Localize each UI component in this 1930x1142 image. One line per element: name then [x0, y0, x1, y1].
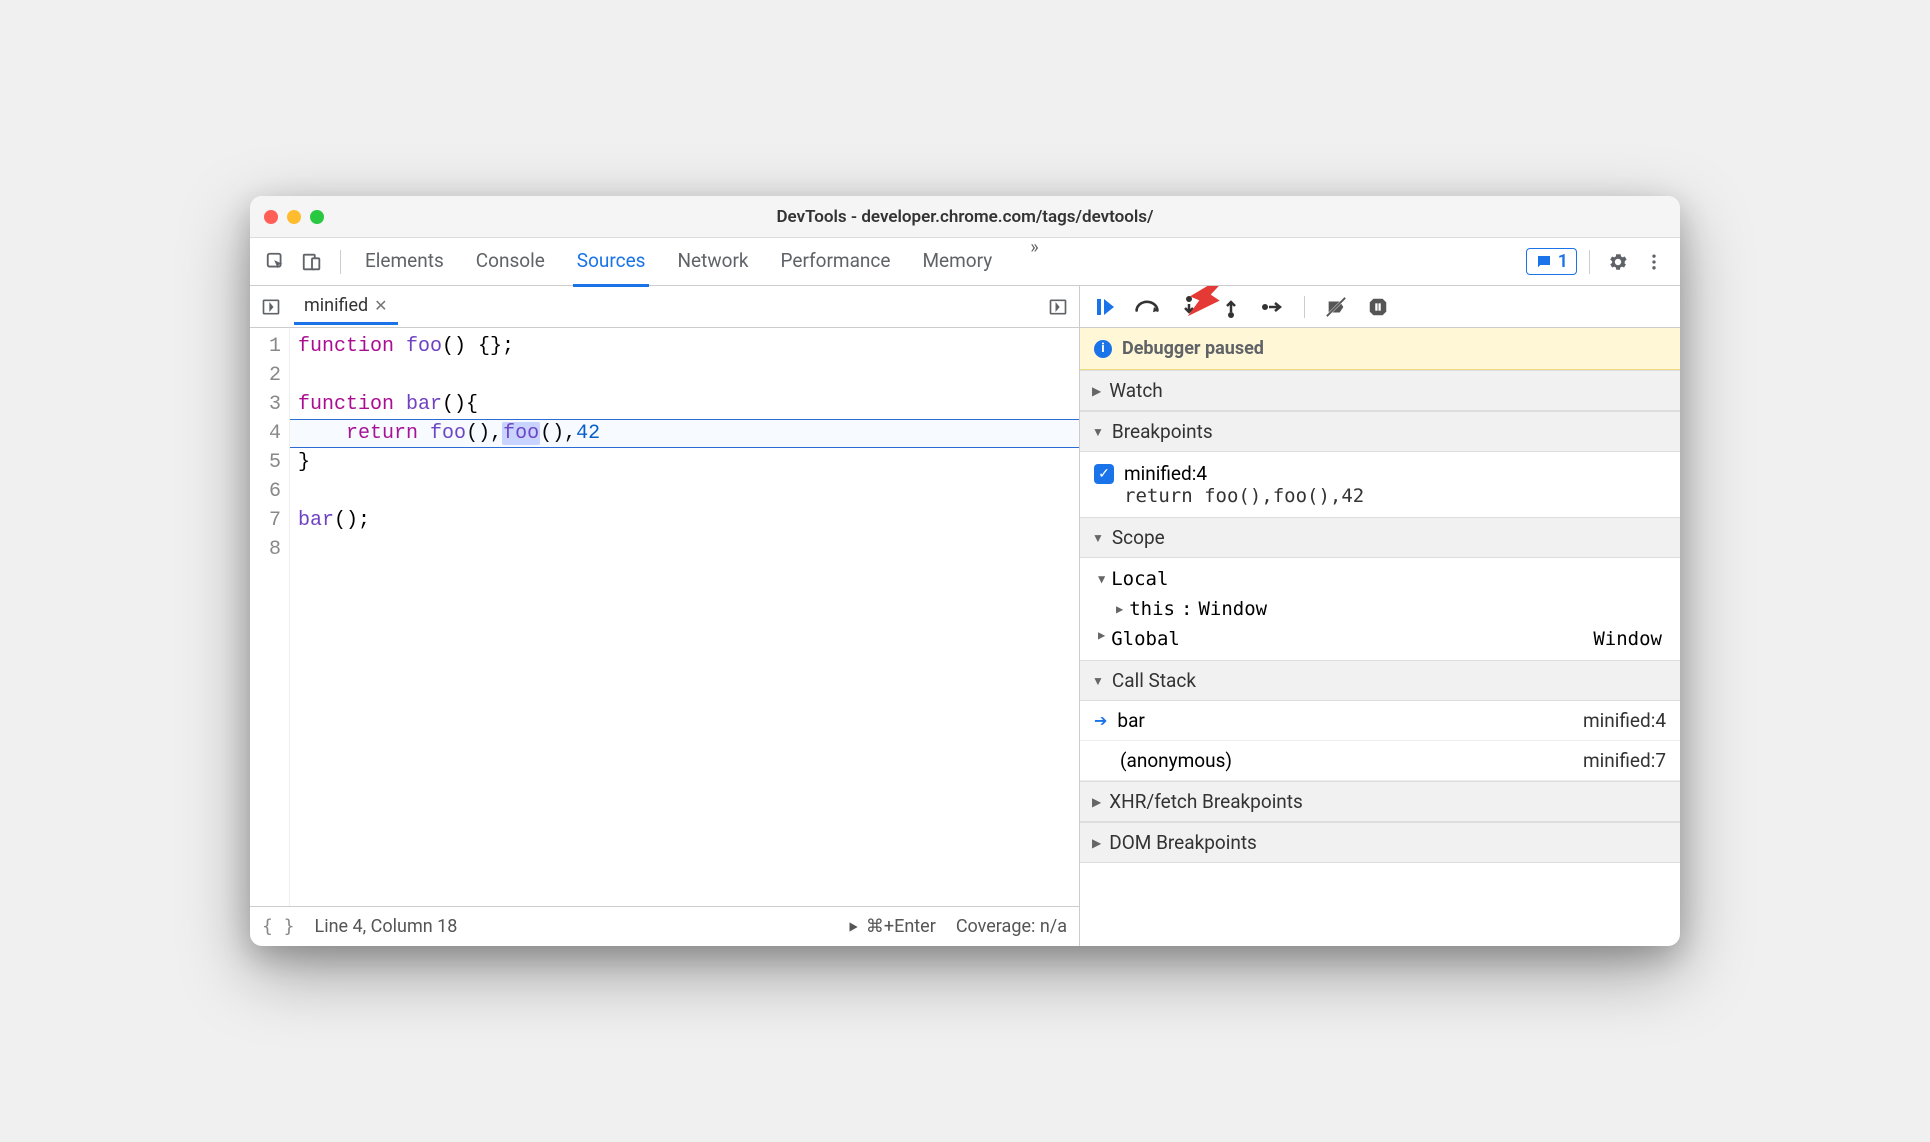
collapse-icon: ▶	[1098, 628, 1105, 650]
callstack-frame[interactable]: (anonymous) minified:7	[1080, 741, 1680, 781]
cursor-position: Line 4, Column 18	[315, 916, 458, 937]
step-into-icon[interactable]	[1174, 292, 1204, 322]
debugger-sidebar: i Debugger paused ▶ Watch ▼ Breakpoints …	[1080, 286, 1680, 946]
tab-console[interactable]: Console	[472, 237, 549, 286]
tab-sources[interactable]: Sources	[573, 237, 650, 287]
run-hint: ⌘+Enter	[866, 916, 936, 937]
collapse-icon: ▶	[1092, 836, 1101, 850]
code-editor[interactable]: 1 2 3 4 5 6 7 8 function foo() {}; funct…	[250, 328, 1079, 906]
separator	[340, 250, 341, 274]
main-toolbar: Elements Console Sources Network Perform…	[250, 238, 1680, 286]
scope-global-value: Window	[1593, 628, 1662, 650]
issues-badge[interactable]: 1	[1526, 248, 1577, 275]
debugger-toolbar	[1080, 286, 1680, 328]
line-gutter: 1 2 3 4 5 6 7 8	[250, 328, 290, 906]
callstack-body: ➔ bar minified:4 (anonymous) minified:7	[1080, 701, 1680, 781]
expand-icon: ▼	[1092, 425, 1104, 439]
frame-name: bar	[1117, 709, 1144, 732]
issues-count: 1	[1558, 251, 1568, 272]
close-tab-icon[interactable]: ✕	[374, 296, 387, 315]
scope-this-label: this	[1129, 598, 1175, 620]
breakpoints-label: Breakpoints	[1112, 420, 1213, 443]
tab-elements[interactable]: Elements	[361, 237, 448, 286]
separator	[1304, 296, 1305, 318]
breakpoint-checkbox[interactable]: ✓	[1094, 464, 1114, 484]
resume-icon[interactable]	[1090, 292, 1120, 322]
step-over-icon[interactable]	[1132, 292, 1162, 322]
main-area: minified ✕ 1 2 3 4 5 6 7 8 function foo(…	[250, 286, 1680, 946]
watch-section-header[interactable]: ▶ Watch	[1080, 370, 1680, 411]
pretty-print-icon[interactable]: { }	[262, 916, 295, 937]
info-icon: i	[1094, 340, 1112, 358]
scope-label: Scope	[1112, 526, 1165, 549]
deactivate-breakpoints-icon[interactable]	[1321, 292, 1351, 322]
file-tab-label: minified	[304, 295, 368, 316]
coverage-label: Coverage: n/a	[956, 916, 1067, 937]
window-title: DevTools - developer.chrome.com/tags/dev…	[776, 207, 1153, 227]
scope-local-row[interactable]: ▼ Local	[1080, 564, 1680, 594]
separator	[1589, 250, 1590, 274]
pause-exceptions-icon[interactable]	[1363, 292, 1393, 322]
paused-text: Debugger paused	[1122, 338, 1264, 359]
code-content[interactable]: function foo() {}; function bar(){ retur…	[290, 328, 1079, 906]
device-toolbar-icon[interactable]	[296, 246, 328, 278]
breakpoints-section-header[interactable]: ▼ Breakpoints	[1080, 411, 1680, 452]
minimize-window-button[interactable]	[287, 210, 301, 224]
breakpoint-location: minified:4	[1124, 462, 1364, 485]
callstack-section-header[interactable]: ▼ Call Stack	[1080, 660, 1680, 701]
current-frame-icon: ➔	[1094, 711, 1107, 730]
step-out-icon[interactable]	[1216, 292, 1246, 322]
watch-label: Watch	[1109, 379, 1163, 402]
expand-icon: ▼	[1098, 572, 1105, 586]
step-icon[interactable]	[1258, 292, 1288, 322]
tab-network[interactable]: Network	[673, 237, 752, 286]
scope-this-row[interactable]: ▶ this: Window	[1080, 594, 1680, 624]
frame-name: (anonymous)	[1120, 749, 1232, 772]
collapse-icon: ▶	[1116, 602, 1123, 616]
editor-tabbar: minified ✕	[250, 286, 1079, 328]
scope-this-value: Window	[1198, 598, 1267, 620]
expand-icon: ▼	[1092, 674, 1104, 688]
frame-location: minified:7	[1583, 749, 1666, 772]
editor-statusbar: { } Line 4, Column 18 ⌘+Enter Coverage: …	[250, 906, 1079, 946]
collapse-icon: ▶	[1092, 795, 1101, 809]
more-menu-icon[interactable]	[1638, 246, 1670, 278]
xhr-label: XHR/fetch Breakpoints	[1109, 790, 1303, 813]
scope-global-label: Global	[1111, 628, 1180, 650]
callstack-frame[interactable]: ➔ bar minified:4	[1080, 701, 1680, 741]
sources-panel: minified ✕ 1 2 3 4 5 6 7 8 function foo(…	[250, 286, 1080, 946]
debugger-paused-banner: i Debugger paused	[1080, 328, 1680, 370]
dom-breakpoints-section-header[interactable]: ▶ DOM Breakpoints	[1080, 822, 1680, 863]
xhr-breakpoints-section-header[interactable]: ▶ XHR/fetch Breakpoints	[1080, 781, 1680, 822]
panel-tabs: Elements Console Sources Network Perform…	[361, 237, 1522, 286]
devtools-window: DevTools - developer.chrome.com/tags/dev…	[250, 196, 1680, 946]
breakpoints-body: ✓ minified:4 return foo(),foo(),42	[1080, 452, 1680, 517]
window-controls	[264, 210, 324, 224]
callstack-label: Call Stack	[1112, 669, 1196, 692]
scope-global-row[interactable]: ▶ Global Window	[1080, 624, 1680, 654]
tab-memory[interactable]: Memory	[918, 237, 996, 286]
scope-section-header[interactable]: ▼ Scope	[1080, 517, 1680, 558]
more-editor-icon[interactable]	[1043, 292, 1073, 322]
breakpoint-item[interactable]: ✓ minified:4 return foo(),foo(),42	[1080, 458, 1680, 511]
breakpoint-code: return foo(),foo(),42	[1124, 485, 1364, 507]
collapse-icon: ▶	[1092, 384, 1101, 398]
close-window-button[interactable]	[264, 210, 278, 224]
expand-icon: ▼	[1092, 531, 1104, 545]
tab-performance[interactable]: Performance	[777, 237, 895, 286]
dom-label: DOM Breakpoints	[1109, 831, 1257, 854]
scope-body: ▼ Local ▶ this: Window ▶ Global Window	[1080, 558, 1680, 660]
scope-local-label: Local	[1111, 568, 1168, 590]
file-tab-minified[interactable]: minified ✕	[294, 289, 398, 325]
breakpoint-text: minified:4 return foo(),foo(),42	[1124, 462, 1364, 507]
more-tabs-icon[interactable]: »	[1020, 237, 1048, 286]
titlebar: DevTools - developer.chrome.com/tags/dev…	[250, 196, 1680, 238]
run-snippet-icon[interactable]: ⌘+Enter	[846, 916, 936, 937]
settings-icon[interactable]	[1602, 246, 1634, 278]
zoom-window-button[interactable]	[310, 210, 324, 224]
inspect-element-icon[interactable]	[260, 246, 292, 278]
frame-location: minified:4	[1583, 709, 1666, 732]
show-navigator-icon[interactable]	[256, 292, 286, 322]
